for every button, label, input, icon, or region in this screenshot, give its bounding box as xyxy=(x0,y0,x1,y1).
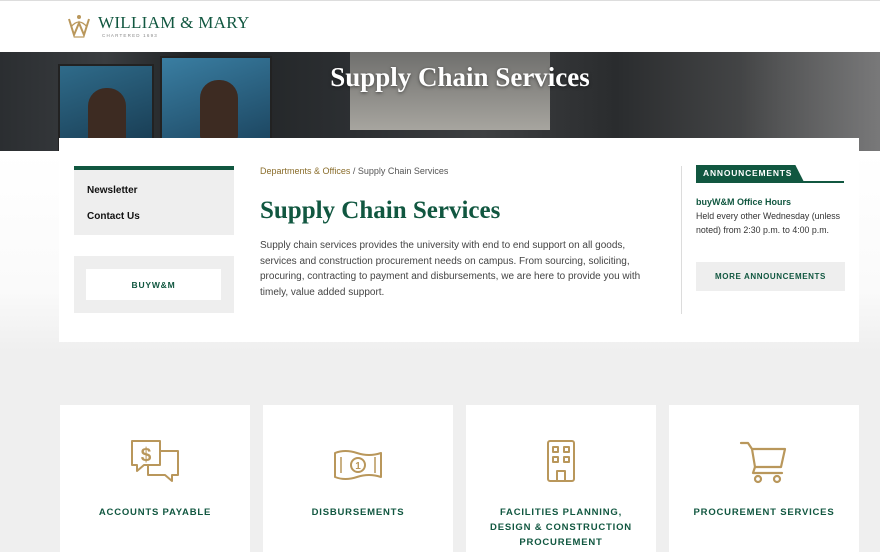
service-label: DISBURSEMENTS xyxy=(311,507,405,518)
shopping-cart-icon xyxy=(739,441,787,484)
wm-cypher-icon xyxy=(68,15,90,38)
breadcrumb: Departments & Offices / Supply Chain Ser… xyxy=(260,166,448,176)
announcement-title[interactable]: buyW&M Office Hours xyxy=(696,197,791,207)
building-icon xyxy=(547,440,575,482)
breadcrumb-current: Supply Chain Services xyxy=(357,166,449,176)
breadcrumb-separator: / xyxy=(350,166,358,176)
service-card-procurement[interactable]: PROCUREMENT SERVICES xyxy=(669,405,859,552)
buywm-button[interactable]: BUYW&M xyxy=(86,269,221,300)
breadcrumb-link-departments[interactable]: Departments & Offices xyxy=(260,166,350,176)
site-header: WILLIAM & MARY CHARTERED 1693 xyxy=(0,0,880,52)
side-nav-item-newsletter[interactable]: Newsletter xyxy=(87,185,138,196)
service-card-facilities[interactable]: FACILITIES PLANNING, DESIGN & CONSTRUCTI… xyxy=(466,405,656,552)
svg-text:1: 1 xyxy=(355,461,361,472)
service-label: FACILITIES PLANNING, DESIGN & CONSTRUCTI… xyxy=(490,507,632,548)
chat-dollar-icon: $ xyxy=(131,440,179,482)
wm-logo[interactable]: WILLIAM & MARY CHARTERED 1693 xyxy=(66,13,250,41)
announcements-divider xyxy=(681,166,682,314)
banknote-icon: 1 xyxy=(334,450,382,480)
service-card-disbursements[interactable]: 1 DISBURSEMENTS xyxy=(263,405,453,552)
hero-banner: Supply Chain Services xyxy=(0,52,880,151)
announcement-body: Held every other Wednesday (unless noted… xyxy=(696,211,841,236)
more-announcements-button[interactable]: MORE ANNOUNCEMENTS xyxy=(696,262,845,291)
service-label: ACCOUNTS PAYABLE xyxy=(98,507,212,518)
svg-text:$: $ xyxy=(141,445,152,466)
announcements-heading: ANNOUNCEMENTS xyxy=(696,165,804,182)
service-card-accounts-payable[interactable]: $ ACCOUNTS PAYABLE xyxy=(60,405,250,552)
buywm-box: BUYW&M xyxy=(74,256,234,313)
intro-paragraph: Supply chain services provides the unive… xyxy=(260,240,641,298)
hero-title: Supply Chain Services xyxy=(330,62,590,92)
logo-wordmark: WILLIAM & MARY xyxy=(98,13,250,32)
side-nav-item-contact-us[interactable]: Contact Us xyxy=(87,211,140,222)
page-title: Supply Chain Services xyxy=(260,197,501,224)
logo-chartered: CHARTERED 1693 xyxy=(102,33,158,38)
side-nav: Newsletter Contact Us xyxy=(74,166,234,235)
service-label: PROCUREMENT SERVICES xyxy=(693,507,835,518)
